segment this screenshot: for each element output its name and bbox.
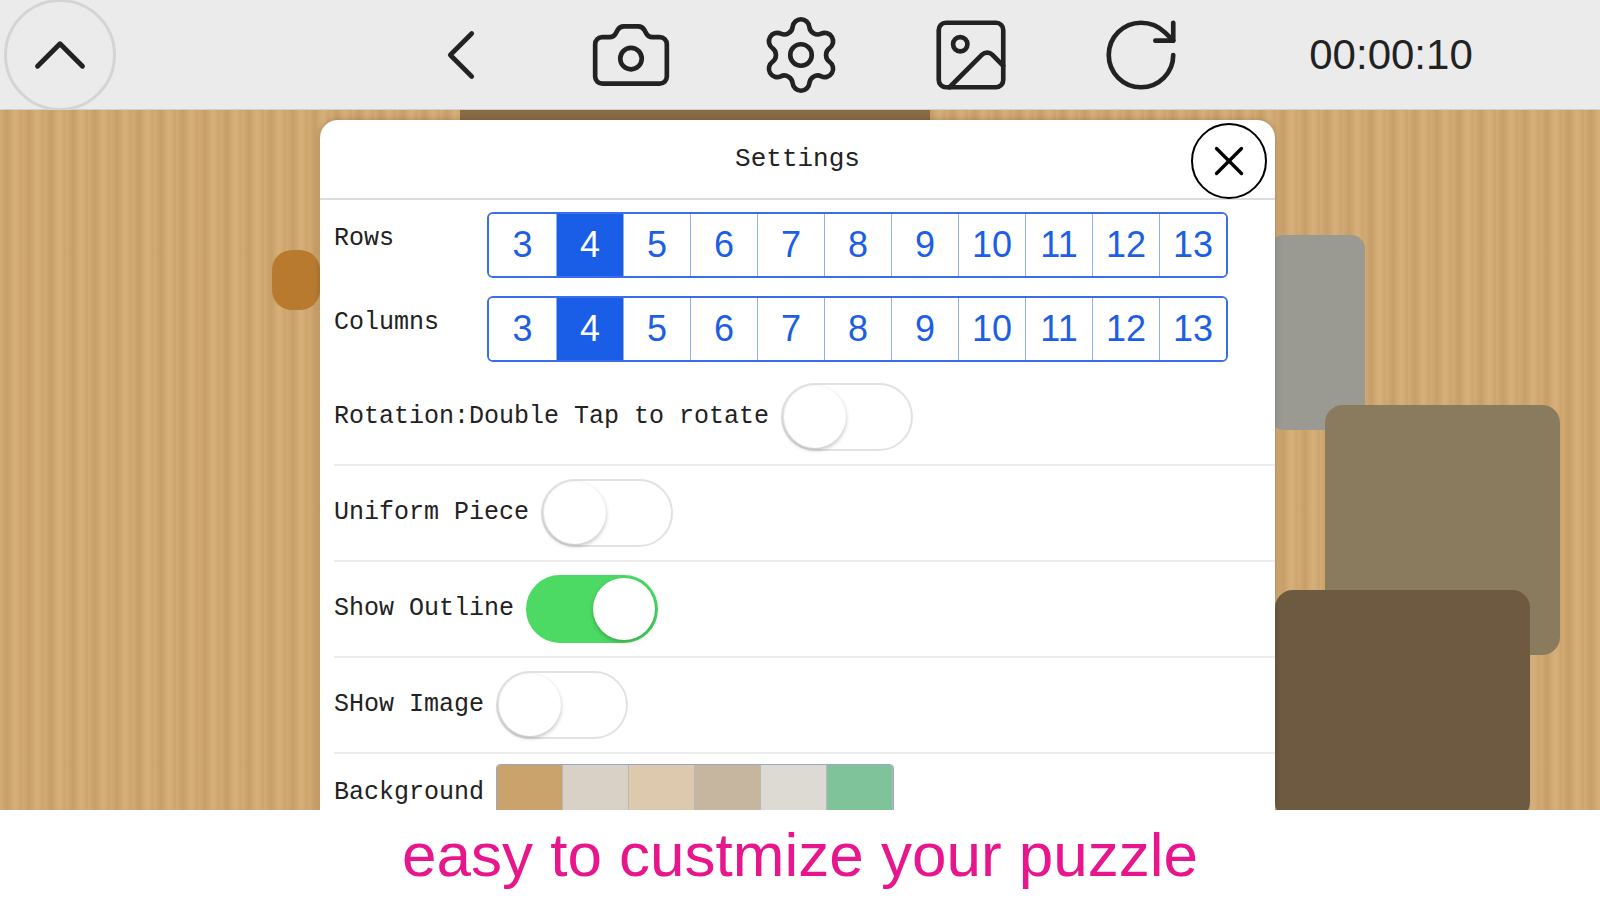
setting-label: Rows bbox=[320, 212, 487, 258]
puzzle-board: SettingsRows345678910111213Columns345678… bbox=[0, 110, 1600, 810]
toggle-row: Rotation:Double Tap to rotate bbox=[334, 370, 1275, 466]
toggle-knob bbox=[499, 674, 561, 736]
segmented-control: 345678910111213 bbox=[487, 212, 1228, 278]
segmented-control: 345678910111213 bbox=[487, 296, 1228, 362]
chevron-left-icon bbox=[418, 12, 504, 98]
toggle-knob bbox=[593, 578, 655, 640]
chevron-up-icon bbox=[15, 10, 105, 100]
dialog-header: Settings bbox=[320, 120, 1275, 200]
close-button[interactable] bbox=[1191, 123, 1267, 199]
segment-option[interactable]: 8 bbox=[824, 214, 891, 276]
segment-option[interactable]: 10 bbox=[958, 214, 1025, 276]
app: 00:00:10SettingsRows345678910111213Colum… bbox=[0, 0, 1600, 900]
refresh-icon bbox=[1098, 12, 1184, 98]
segment-option[interactable]: 9 bbox=[891, 214, 958, 276]
segment-option[interactable]: 12 bbox=[1092, 214, 1159, 276]
gear-icon bbox=[758, 12, 844, 98]
camera-icon bbox=[588, 12, 674, 98]
segment-option[interactable]: 11 bbox=[1025, 214, 1092, 276]
back-button[interactable] bbox=[376, 12, 546, 98]
puzzle-piece[interactable] bbox=[1275, 590, 1530, 810]
segment-option[interactable]: 7 bbox=[757, 214, 824, 276]
background-swatch[interactable] bbox=[497, 765, 563, 810]
toggle-row: SHow Image bbox=[334, 658, 1275, 754]
segment-option[interactable]: 5 bbox=[623, 214, 690, 276]
close-icon bbox=[1204, 136, 1254, 186]
toggle-switch[interactable] bbox=[781, 383, 913, 451]
setting-label: Show Outline bbox=[334, 590, 514, 628]
toggle-knob bbox=[784, 386, 846, 448]
background-swatch[interactable] bbox=[695, 765, 761, 810]
setting-label: SHow Image bbox=[334, 686, 484, 724]
grid-settings: Rows345678910111213Columns34567891011121… bbox=[320, 200, 1275, 370]
segment-option[interactable]: 8 bbox=[824, 298, 891, 360]
puzzle-piece[interactable] bbox=[272, 250, 320, 310]
settings-button[interactable] bbox=[716, 12, 886, 98]
segment-option[interactable]: 6 bbox=[690, 214, 757, 276]
segment-option[interactable]: 4 bbox=[556, 298, 623, 360]
segment-option[interactable]: 9 bbox=[891, 298, 958, 360]
segment-option[interactable]: 7 bbox=[757, 298, 824, 360]
image-icon bbox=[928, 12, 1014, 98]
setting-label: Rotation:Double Tap to rotate bbox=[334, 398, 769, 436]
camera-button[interactable] bbox=[546, 12, 716, 98]
background-swatch[interactable] bbox=[761, 765, 827, 810]
toolbar-buttons bbox=[376, 12, 1226, 98]
timer: 00:00:10 bbox=[1226, 23, 1556, 86]
segment-option[interactable]: 6 bbox=[690, 298, 757, 360]
segment-option[interactable]: 12 bbox=[1092, 298, 1159, 360]
segment-option[interactable]: 4 bbox=[556, 214, 623, 276]
grid-size-row: Rows345678910111213 bbox=[320, 212, 1275, 278]
background-swatch[interactable] bbox=[629, 765, 695, 810]
segment-option[interactable]: 3 bbox=[489, 298, 556, 360]
collapse-button[interactable] bbox=[4, 0, 116, 111]
background-swatches bbox=[496, 764, 894, 810]
grid-size-row: Columns345678910111213 bbox=[320, 296, 1275, 362]
segment-option[interactable]: 13 bbox=[1159, 214, 1226, 276]
settings-dialog: SettingsRows345678910111213Columns345678… bbox=[320, 120, 1275, 810]
caption-bar: easy to custmize your puzzle bbox=[0, 810, 1600, 900]
dialog-title: Settings bbox=[735, 140, 860, 179]
segment-option[interactable]: 3 bbox=[489, 214, 556, 276]
restart-button[interactable] bbox=[1056, 12, 1226, 98]
toggle-switch[interactable] bbox=[541, 479, 673, 547]
caption: easy to custmize your puzzle bbox=[402, 824, 1198, 886]
background-swatch[interactable] bbox=[563, 765, 629, 810]
background-swatch[interactable] bbox=[827, 765, 893, 810]
background-row: Background bbox=[334, 754, 1275, 810]
setting-label: Uniform Piece bbox=[334, 494, 529, 532]
toggle-knob bbox=[544, 482, 606, 544]
segment-option[interactable]: 11 bbox=[1025, 298, 1092, 360]
toggle-switch[interactable] bbox=[496, 671, 628, 739]
toggle-row: Show Outline bbox=[334, 562, 1275, 658]
puzzle-piece[interactable] bbox=[1270, 235, 1365, 430]
image-button[interactable] bbox=[886, 12, 1056, 98]
setting-label: Columns bbox=[320, 296, 487, 342]
toggle-row: Uniform Piece bbox=[334, 466, 1275, 562]
segment-option[interactable]: 13 bbox=[1159, 298, 1226, 360]
toolbar: 00:00:10 bbox=[0, 0, 1600, 110]
segment-option[interactable]: 10 bbox=[958, 298, 1025, 360]
setting-label: Background bbox=[334, 764, 484, 810]
toggle-switch[interactable] bbox=[526, 575, 658, 643]
segment-option[interactable]: 5 bbox=[623, 298, 690, 360]
